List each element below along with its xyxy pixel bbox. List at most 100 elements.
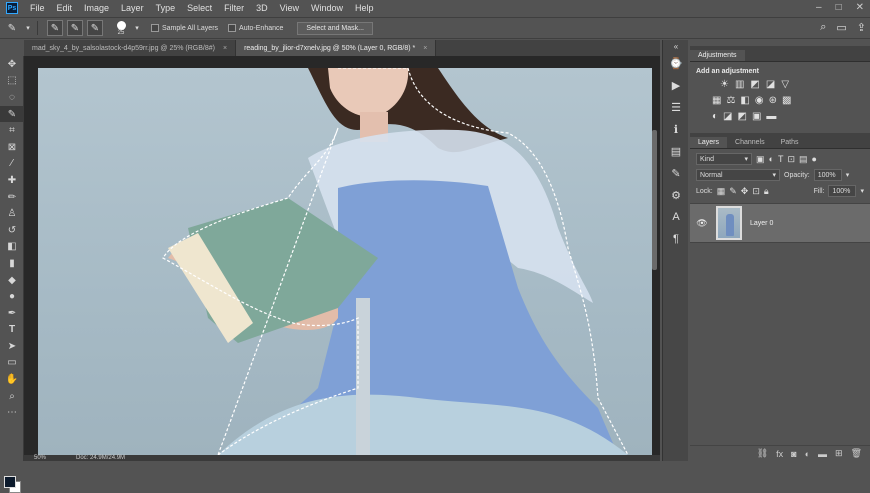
more-tools-icon[interactable]: ⋯ — [0, 404, 24, 421]
menu-window[interactable]: Window — [305, 3, 349, 13]
tab-channels[interactable]: Channels — [727, 137, 773, 148]
libraries-icon[interactable]: ▤ — [663, 140, 689, 162]
lock-image-icon[interactable]: ✎ — [729, 186, 737, 197]
collapse-icon[interactable]: « — [663, 40, 689, 52]
eye-icon[interactable]: 👁︎ — [694, 218, 710, 229]
hue-saturation-icon[interactable]: ▦ — [712, 95, 721, 106]
layer-row[interactable]: 👁︎ Layer 0 — [690, 203, 870, 243]
menu-layer[interactable]: Layer — [115, 3, 150, 13]
menu-help[interactable]: Help — [349, 3, 380, 13]
share-icon[interactable]: ⇪ — [857, 21, 866, 34]
menu-view[interactable]: View — [274, 3, 305, 13]
link-layers-icon[interactable]: ⛓ — [757, 448, 768, 459]
add-mask-icon[interactable]: ◙ — [791, 449, 796, 459]
chevron-down-icon[interactable]: ▾ — [860, 187, 864, 195]
play-actions-icon[interactable]: ▶ — [663, 74, 689, 96]
tab-mad-sky[interactable]: mad_sky_4_by_salsolastock-d4p59rr.jpg @ … — [24, 40, 237, 56]
selective-color-icon[interactable]: ▣ — [752, 111, 761, 122]
search-icon[interactable]: ⌕ — [820, 21, 826, 34]
menu-edit[interactable]: Edit — [51, 3, 79, 13]
move-tool-icon[interactable]: ✥ — [0, 56, 24, 73]
zoom-level[interactable]: 50% — [34, 455, 46, 461]
properties-icon[interactable]: ☰ — [663, 96, 689, 118]
type-filter-icon[interactable]: T — [778, 154, 784, 164]
sample-all-layers-checkbox[interactable]: Sample All Layers — [151, 24, 218, 32]
subtract-from-selection-icon[interactable]: ✎ — [87, 20, 103, 36]
new-layer-icon[interactable]: ⊞ — [835, 448, 843, 459]
invert-icon[interactable]: ◐ — [712, 111, 718, 122]
layer-style-icon[interactable]: fx — [776, 449, 783, 459]
workspace-icon[interactable]: ▭ — [836, 21, 846, 34]
eraser-tool-icon[interactable]: ◧ — [0, 239, 24, 256]
lock-artboard-icon[interactable]: ⊡ — [752, 186, 760, 197]
clone-source-icon[interactable]: ⚙ — [663, 184, 689, 206]
info-icon[interactable]: ℹ — [663, 118, 689, 140]
kind-filter-select[interactable]: Kind ▾ — [696, 153, 752, 165]
brush-size-picker[interactable]: 25 — [113, 20, 129, 36]
auto-enhance-checkbox[interactable]: Auto-Enhance — [228, 24, 283, 32]
maximize-icon[interactable]: □ — [836, 2, 842, 13]
shape-filter-icon[interactable]: ⊡ — [787, 154, 795, 165]
new-selection-icon[interactable]: ✎ — [47, 20, 63, 36]
path-selection-icon[interactable]: ➤ — [0, 338, 24, 355]
filter-toggle-icon[interactable]: ● — [812, 154, 817, 164]
fill-input[interactable]: 100% — [828, 185, 857, 197]
smart-object-filter-icon[interactable]: ▤ — [799, 154, 808, 165]
brush-tool-icon[interactable]: ✏ — [0, 189, 24, 206]
close-icon[interactable]: × — [223, 45, 227, 52]
select-and-mask-button[interactable]: Select and Mask... — [297, 21, 373, 35]
tab-paths[interactable]: Paths — [773, 137, 807, 148]
chevron-down-icon[interactable]: ▾ — [133, 20, 141, 36]
hand-tool-icon[interactable]: ✋ — [0, 371, 24, 388]
tab-adjustments[interactable]: Adjustments — [690, 50, 745, 61]
character-icon[interactable]: A — [663, 206, 689, 228]
history-brush-icon[interactable]: ↺ — [0, 222, 24, 239]
tab-reading[interactable]: reading_by_jlior-d7xnelv.jpg @ 50% (Laye… — [236, 40, 437, 56]
chevron-down-icon[interactable]: ▾ — [846, 171, 850, 179]
foreground-color-swatch[interactable] — [4, 476, 16, 488]
lock-all-icon[interactable]: 🔒︎ — [764, 186, 769, 197]
menu-type[interactable]: Type — [150, 3, 182, 13]
opacity-input[interactable]: 100% — [813, 169, 842, 181]
type-tool-icon[interactable]: T — [0, 322, 24, 339]
marquee-tool-icon[interactable]: ⬚ — [0, 73, 24, 90]
history-icon[interactable]: ⌚ — [663, 52, 689, 74]
chevron-down-icon[interactable]: ▾ — [24, 20, 32, 36]
blur-tool-icon[interactable]: ◆ — [0, 272, 24, 289]
new-group-icon[interactable]: ▬ — [818, 449, 827, 459]
new-adjustment-layer-icon[interactable]: ◐ — [805, 449, 810, 459]
color-lookup-icon[interactable]: ▩ — [782, 95, 791, 106]
clone-stamp-icon[interactable]: ♙ — [0, 205, 24, 222]
photo-filter-icon[interactable]: ◉ — [755, 95, 764, 106]
vertical-scrollbar[interactable] — [652, 130, 657, 270]
brightness-contrast-icon[interactable]: ☀ — [720, 79, 729, 90]
dodge-tool-icon[interactable]: ● — [0, 288, 24, 305]
color-balance-icon[interactable]: ⚖ — [726, 95, 735, 106]
crop-tool-icon[interactable]: ⌗ — [0, 122, 24, 139]
menu-filter[interactable]: Filter — [218, 3, 250, 13]
zoom-tool-icon[interactable]: ⌕ — [0, 388, 24, 405]
curves-icon[interactable]: ◩ — [750, 79, 759, 90]
vibrance-icon[interactable]: ▽ — [781, 79, 789, 90]
add-to-selection-icon[interactable]: ✎ — [67, 20, 83, 36]
posterize-icon[interactable]: ◪ — [723, 111, 732, 122]
lock-position-icon[interactable]: ✥ — [741, 186, 749, 197]
frame-tool-icon[interactable]: ⊠ — [0, 139, 24, 156]
canvas-area[interactable] — [24, 56, 660, 455]
lock-transparent-icon[interactable]: ▦ — [717, 186, 726, 197]
layer-name[interactable]: Layer 0 — [750, 220, 773, 227]
levels-icon[interactable]: ▥ — [735, 79, 744, 90]
quick-selection-tool-icon[interactable]: ✎ — [0, 105, 24, 123]
quick-selection-tool-icon[interactable]: ✎ — [4, 20, 20, 36]
trash-icon[interactable]: 🗑︎ — [851, 448, 862, 459]
lasso-tool-icon[interactable]: ◌ — [0, 89, 24, 106]
exposure-icon[interactable]: ◪ — [766, 79, 775, 90]
adjustment-filter-icon[interactable]: ◐ — [769, 154, 774, 164]
eyedropper-tool-icon[interactable]: ⁄ — [0, 156, 24, 173]
menu-image[interactable]: Image — [78, 3, 115, 13]
menu-select[interactable]: Select — [181, 3, 218, 13]
tab-layers[interactable]: Layers — [690, 137, 728, 148]
gradient-tool-icon[interactable]: ▮ — [0, 255, 24, 272]
rectangle-tool-icon[interactable]: ▭ — [0, 355, 24, 372]
healing-brush-icon[interactable]: ✚ — [0, 172, 24, 189]
